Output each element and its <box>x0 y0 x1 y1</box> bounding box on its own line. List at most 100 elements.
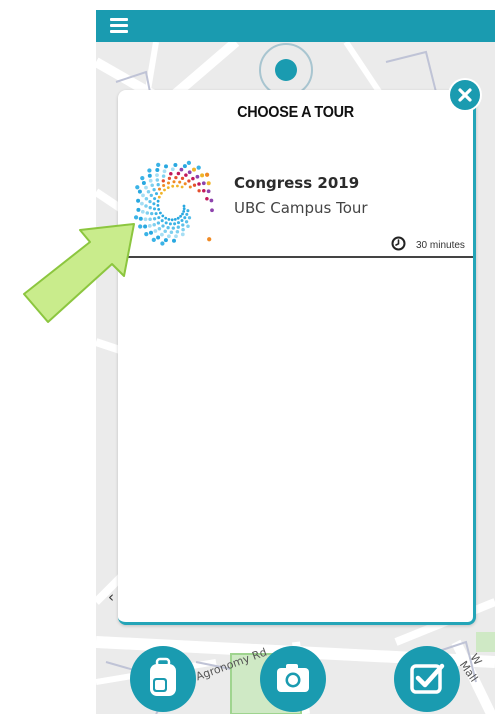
logo-dot <box>176 216 180 220</box>
logo-dot <box>148 199 152 204</box>
logo-dot <box>187 170 192 175</box>
logo-dot <box>155 173 159 177</box>
logo-dot <box>182 164 187 169</box>
logo-dot <box>176 171 181 176</box>
logo-dot <box>144 231 149 237</box>
logo-dot <box>182 207 186 211</box>
logo-dot <box>162 169 167 174</box>
logo-dot <box>140 175 145 181</box>
logo-dot <box>197 189 201 193</box>
logo-dot <box>182 210 186 213</box>
logo-dot <box>180 218 184 223</box>
logo-dot <box>159 211 162 215</box>
logo-dot <box>152 222 156 227</box>
checklist-button[interactable] <box>394 646 460 712</box>
logo-dot <box>150 211 154 216</box>
logo-dot <box>169 230 174 235</box>
camera-icon <box>277 664 309 692</box>
logo-dot <box>186 224 190 228</box>
camera-button[interactable] <box>260 646 326 712</box>
logo-dot <box>182 204 186 208</box>
tour-list-item[interactable]: Congress 2019 UBC Campus Tour 30 minutes <box>118 148 473 260</box>
logo-dot <box>181 212 184 216</box>
checkbox-icon <box>410 663 445 694</box>
logo-dot <box>202 188 206 193</box>
logo-dot <box>141 193 145 198</box>
logo-dot <box>156 199 160 203</box>
logo-dot <box>150 183 154 188</box>
clock-icon <box>391 236 406 251</box>
logo-dot <box>180 185 184 189</box>
logo-dot <box>147 224 152 228</box>
logo-dot <box>157 216 161 220</box>
logo-dot <box>152 217 157 221</box>
logo-dot <box>179 167 184 172</box>
close-icon[interactable] <box>450 80 480 110</box>
logo-dot <box>154 192 159 196</box>
logo-dot <box>187 216 192 220</box>
logo-dot <box>138 216 143 221</box>
logo-dot <box>166 186 170 189</box>
logo-dot <box>141 181 146 185</box>
logo-dot <box>161 174 166 178</box>
logo-dot <box>191 176 195 181</box>
backpack-button[interactable] <box>130 646 196 712</box>
logo-dot <box>157 208 161 211</box>
logo-dot <box>134 215 139 220</box>
logo-dot <box>143 224 148 229</box>
logo-dot <box>166 181 171 185</box>
logo-dot <box>185 212 189 216</box>
logo-dot <box>144 185 148 190</box>
logo-dot <box>167 176 172 181</box>
logo-dot <box>160 191 163 195</box>
logo-dot <box>172 238 176 243</box>
logo-dot <box>156 235 161 240</box>
logo-dot <box>184 220 189 224</box>
scroll-left-icon[interactable]: ‹ <box>108 588 114 606</box>
logo-dot <box>174 175 178 180</box>
logo-dot <box>166 226 170 230</box>
logo-dot <box>173 218 177 221</box>
logo-dot <box>144 204 148 208</box>
logo-dot <box>160 219 164 223</box>
logo-dot <box>205 196 209 201</box>
logo-dot <box>163 188 166 192</box>
logo-dot <box>168 222 172 226</box>
logo-dot <box>196 165 201 170</box>
logo-dot <box>176 221 181 225</box>
logo-dot <box>169 172 173 176</box>
logo-dot <box>152 207 157 211</box>
logo-dot <box>161 214 165 218</box>
hamburger-menu-icon[interactable] <box>110 18 128 34</box>
logo-dot <box>148 217 152 222</box>
logo-dot <box>186 209 190 213</box>
logo-dot <box>152 202 156 206</box>
logo-dot <box>136 198 141 203</box>
logo-dot <box>160 241 165 246</box>
logo-dot <box>210 208 214 213</box>
logo-dot <box>206 181 211 186</box>
logo-dot <box>173 163 178 167</box>
logo-dot <box>167 218 171 221</box>
logo-dot <box>160 232 164 237</box>
logo-dot <box>170 167 175 172</box>
logo-dot <box>173 222 177 226</box>
logo-dot <box>152 188 156 192</box>
logo-dot <box>207 237 212 242</box>
tour-subtitle: UBC Campus Tour <box>234 199 368 217</box>
green-arrow-pointer <box>23 223 135 323</box>
logo-dot <box>174 234 178 239</box>
logo-dot <box>195 174 200 179</box>
logo-dot <box>151 237 156 243</box>
logo-dot <box>137 189 142 194</box>
logo-dot <box>181 227 185 232</box>
logo-dot <box>192 167 196 172</box>
logo-dot <box>176 184 179 188</box>
logo-dot <box>175 229 180 234</box>
logo-dot <box>140 201 144 206</box>
tour-name: Congress 2019 <box>234 174 360 192</box>
logo-dot <box>209 198 214 203</box>
modal-title: CHOOSE A TOUR <box>237 104 354 121</box>
logo-dot <box>144 197 149 201</box>
logo-dot <box>181 223 185 227</box>
